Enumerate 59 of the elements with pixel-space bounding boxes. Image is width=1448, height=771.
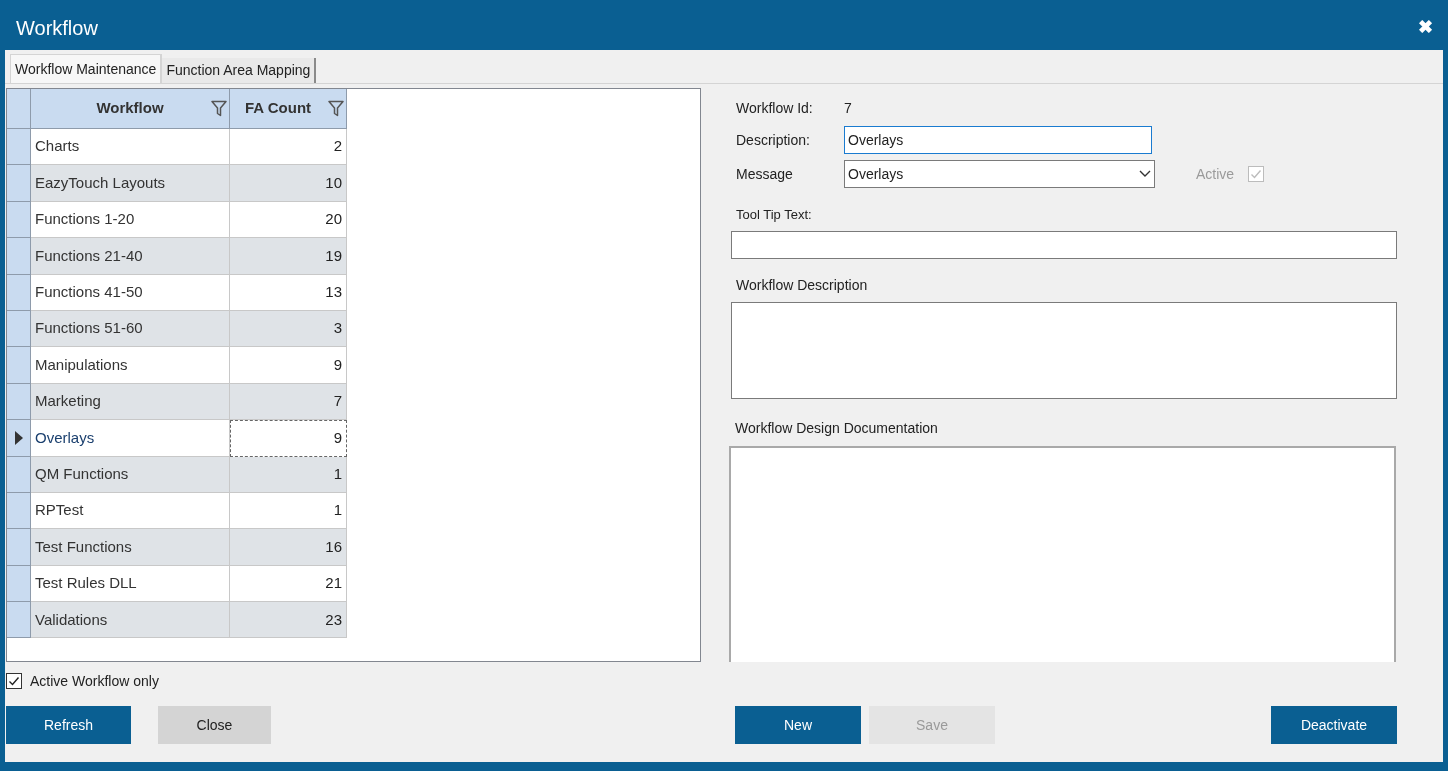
primary-button[interactable]: New xyxy=(735,706,861,744)
field-label: Workflow Id: xyxy=(735,98,814,118)
current-row-icon xyxy=(14,430,23,445)
table-cell: 1 xyxy=(230,456,347,493)
table-cell: Manipulations xyxy=(31,347,230,384)
workflow-id: 7 xyxy=(844,98,852,118)
table-cell: Test Rules DLL xyxy=(31,565,230,603)
table-cell: Charts xyxy=(31,129,230,166)
table-cell: Test Functions xyxy=(31,529,230,566)
description-field[interactable]: Overlays xyxy=(844,126,1152,154)
table-cell: 21 xyxy=(230,565,347,603)
filter-icon[interactable] xyxy=(328,100,344,117)
table-cell: 3 xyxy=(230,310,347,348)
close-button[interactable]: ✖ xyxy=(1418,14,1433,41)
table-cell: 9 xyxy=(230,347,347,384)
table-cell: RPTest xyxy=(31,492,230,530)
workflow-description-field[interactable] xyxy=(731,301,1397,399)
tab[interactable]: Function Area Mapping xyxy=(162,58,317,83)
table-cell: EazyTouch Layouts xyxy=(31,165,230,202)
tab[interactable]: Workflow Maintenance xyxy=(10,54,163,83)
table-cell: 23 xyxy=(230,602,347,639)
checkbox-label: Active Workflow only xyxy=(30,671,159,691)
field-label: Message xyxy=(735,164,794,184)
chevron-down-icon xyxy=(1139,170,1151,178)
table-cell: Functions 51-60 xyxy=(31,310,230,348)
tooltip-field[interactable] xyxy=(731,230,1397,259)
secondary-button[interactable]: Close xyxy=(158,706,271,744)
table-cell: 9 xyxy=(230,420,347,457)
table-cell: 10 xyxy=(230,165,347,202)
primary-button[interactable]: Deactivate xyxy=(1271,706,1397,744)
field-label: Description: xyxy=(735,130,811,150)
table-cell: Marketing xyxy=(31,383,230,421)
field-label: Tool Tip Text: xyxy=(735,206,813,224)
table-cell: 13 xyxy=(230,274,347,311)
table-cell: 2 xyxy=(230,129,347,166)
column-header[interactable]: Workflow xyxy=(31,89,230,129)
table-cell: Functions 21-40 xyxy=(31,238,230,275)
table-cell: Overlays xyxy=(31,420,230,457)
table-cell: 16 xyxy=(230,529,347,566)
table-cell: Functions 1-20 xyxy=(31,201,230,239)
table-cell: 7 xyxy=(230,383,347,421)
window-title: Workflow xyxy=(16,15,98,41)
row-header-corner xyxy=(7,89,31,129)
row-header[interactable] xyxy=(7,420,31,457)
field-label: Workflow Design Documentation xyxy=(734,418,939,438)
design-documentation-field[interactable] xyxy=(729,445,1396,662)
message-dropdown[interactable]: Overlays xyxy=(844,160,1155,188)
table-cell: 19 xyxy=(230,238,347,275)
column-header[interactable]: FA Count xyxy=(230,89,347,129)
active-label: Active xyxy=(1196,164,1235,184)
table-cell: QM Functions xyxy=(31,456,230,493)
checkbox[interactable] xyxy=(6,673,22,689)
table-cell: Validations xyxy=(31,602,230,639)
table-cell: 1 xyxy=(230,492,347,530)
table-cell: 20 xyxy=(230,201,347,239)
filter-icon[interactable] xyxy=(211,100,227,117)
field-label: Workflow Description xyxy=(735,275,869,295)
table-cell: Functions 41-50 xyxy=(31,274,230,311)
primary-button[interactable]: Refresh xyxy=(6,706,131,744)
